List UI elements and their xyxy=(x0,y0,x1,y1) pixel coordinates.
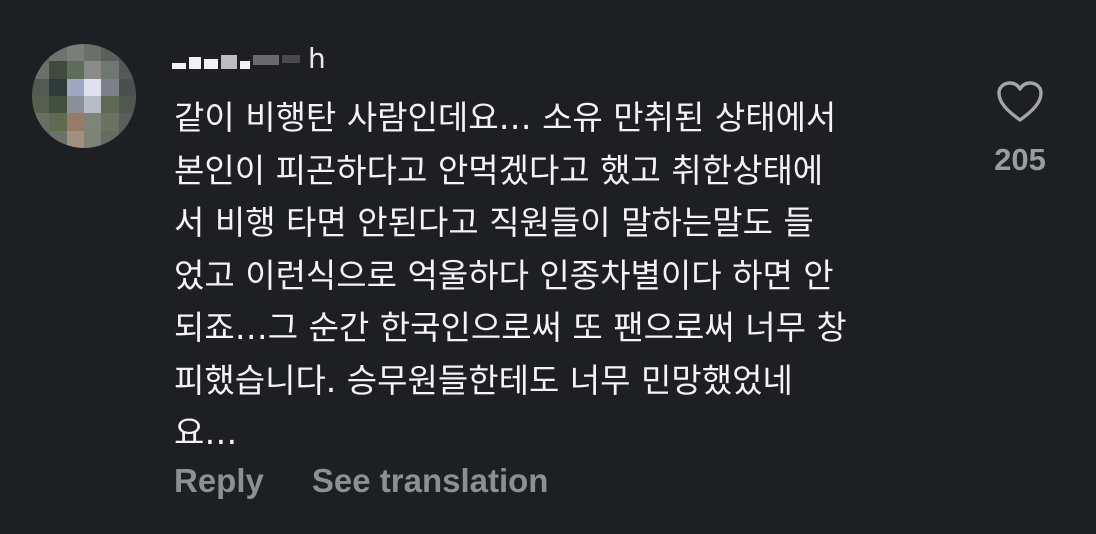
comment-item: h 같이 비행탄 사람인데요… 소유 만취된 상태에서 본인이 피곤하다고 안먹… xyxy=(0,0,1096,534)
heart-outline-icon[interactable] xyxy=(996,80,1044,124)
like-section: 205 xyxy=(984,80,1056,178)
username-row[interactable]: h xyxy=(172,38,327,78)
see-translation-button[interactable]: See translation xyxy=(312,462,549,500)
like-count: 205 xyxy=(994,142,1046,177)
avatar[interactable] xyxy=(32,44,136,148)
avatar-pixelated-image xyxy=(32,44,136,148)
username: h xyxy=(308,41,327,75)
comment-text: 같이 비행탄 사람인데요… 소유 만취된 상태에서 본인이 피곤하다고 안먹겠다… xyxy=(174,98,847,452)
reply-button[interactable]: Reply xyxy=(174,462,264,500)
username-redacted xyxy=(172,38,300,78)
comment-actions: Reply See translation xyxy=(174,462,548,500)
